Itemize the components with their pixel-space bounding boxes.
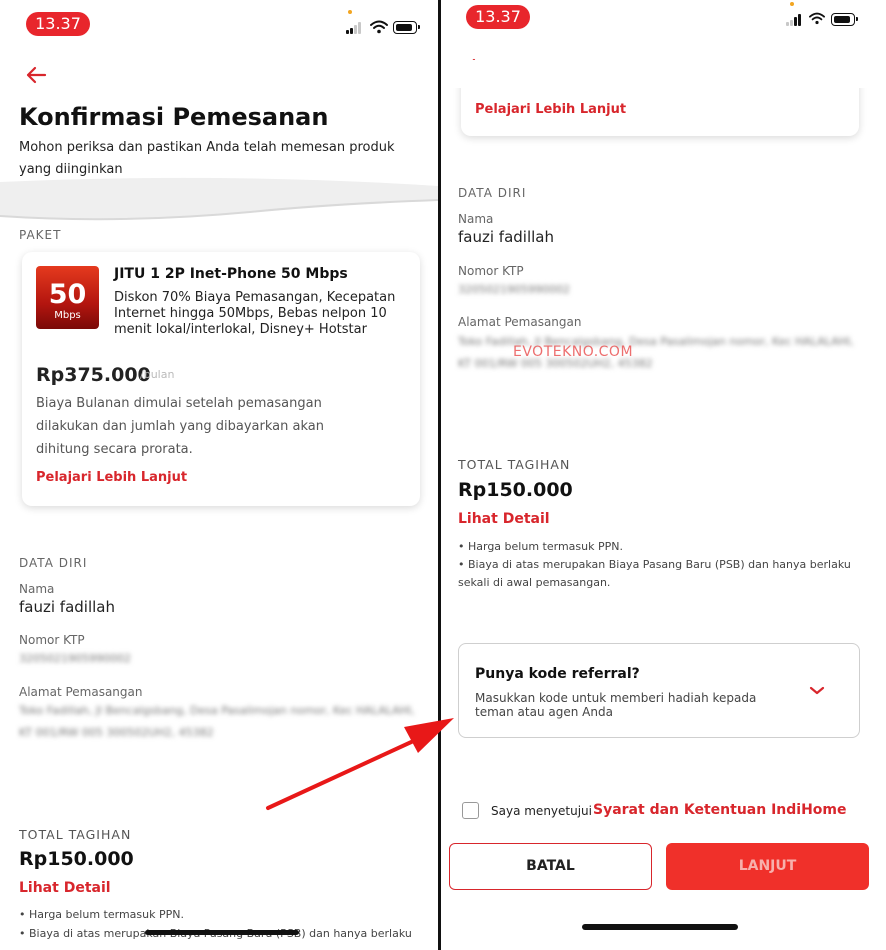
agreement-text: Saya menyetujui (491, 804, 592, 818)
learn-more-link[interactable]: Pelajari Lebih Lanjut (36, 470, 187, 485)
total-amount: Rp150.000 (19, 848, 134, 870)
agreement-checkbox[interactable] (462, 802, 479, 819)
battery-icon (393, 21, 420, 34)
wifi-icon (809, 12, 825, 25)
paket-section-label: PAKET (19, 228, 62, 242)
speed-badge: 50 Mbps (36, 266, 99, 329)
package-price-period: /bulan (140, 368, 175, 381)
cancel-button[interactable]: BATAL (449, 843, 652, 890)
total-amount: Rp150.000 (458, 479, 573, 501)
back-arrow-icon[interactable] (25, 66, 47, 84)
name-label: Nama (458, 212, 494, 226)
total-section-label: TOTAL TAGIHAN (458, 457, 571, 472)
detail-link[interactable]: Lihat Detail (458, 511, 550, 527)
badge-unit: Mbps (54, 310, 81, 321)
data-diri-section-label: DATA DIRI (19, 556, 88, 570)
status-time: 13.37 (466, 5, 530, 29)
next-button[interactable]: LANJUT (666, 843, 869, 890)
learn-more-link[interactable]: Pelajari Lebih Lanjut (475, 102, 626, 117)
chevron-down-icon[interactable] (809, 686, 825, 696)
ktp-label: Nomor KTP (19, 633, 85, 647)
referral-description: Masukkan kode untuk memberi hadiah kepad… (475, 691, 757, 719)
package-name: JITU 1 2P Inet-Phone 50 Mbps (114, 266, 348, 282)
note-ppn: • Harga belum termasuk PPN. (19, 908, 184, 921)
address-value: Toko Fadillah, Jl Bencalgsbang, Desa Pas… (19, 704, 415, 739)
note-ppn: • Harga belum termasuk PPN. (458, 540, 623, 553)
total-section-label: TOTAL TAGIHAN (19, 827, 132, 842)
package-price: Rp375.000 (36, 364, 151, 386)
signal-icon (346, 22, 364, 34)
data-diri-section-label: DATA DIRI (458, 186, 527, 200)
name-value: fauzi fadillah (458, 228, 554, 246)
header-mask (441, 60, 886, 88)
left-screen: 13.37 Konfirmasi Pemesanan Mohon periksa… (0, 0, 438, 950)
package-description: Diskon 70% Biaya Pemasangan, Kecepatan I… (114, 290, 396, 337)
referral-title: Punya kode referral? (475, 666, 640, 682)
home-indicator (582, 924, 738, 930)
signal-icon (786, 14, 804, 26)
package-note: Biaya Bulanan dimulai setelah pemasangan… (36, 396, 324, 457)
right-screen: 13.37 Pelajari Lebih Lanjut DATA DIRI Na… (441, 0, 886, 950)
terms-link[interactable]: Syarat dan Ketentuan IndiHome (593, 802, 847, 818)
address-label: Alamat Pemasangan (19, 685, 143, 699)
name-value: fauzi fadillah (19, 598, 115, 616)
ktp-label: Nomor KTP (458, 264, 524, 278)
package-card: 50 Mbps JITU 1 2P Inet-Phone 50 Mbps Dis… (22, 252, 420, 506)
referral-box[interactable]: Punya kode referral? Masukkan kode untuk… (458, 643, 860, 738)
privacy-dot (790, 2, 794, 6)
page-title: Konfirmasi Pemesanan (19, 103, 329, 131)
battery-icon (831, 13, 858, 26)
ktp-value: 3205021905990002 (19, 652, 131, 665)
header-wave (0, 177, 438, 221)
wifi-icon (370, 20, 388, 34)
status-time: 13.37 (26, 12, 90, 36)
watermark: EVOTEKNO.COM (513, 344, 634, 360)
privacy-dot (348, 10, 352, 14)
badge-number: 50 (48, 279, 87, 310)
note-psb: • Biaya di atas merupakan Biaya Pasang B… (458, 558, 851, 589)
detail-link[interactable]: Lihat Detail (19, 880, 111, 896)
address-label: Alamat Pemasangan (458, 315, 582, 329)
home-indicator (145, 930, 299, 935)
name-label: Nama (19, 582, 55, 596)
ktp-value: 3205021905990002 (458, 283, 570, 296)
